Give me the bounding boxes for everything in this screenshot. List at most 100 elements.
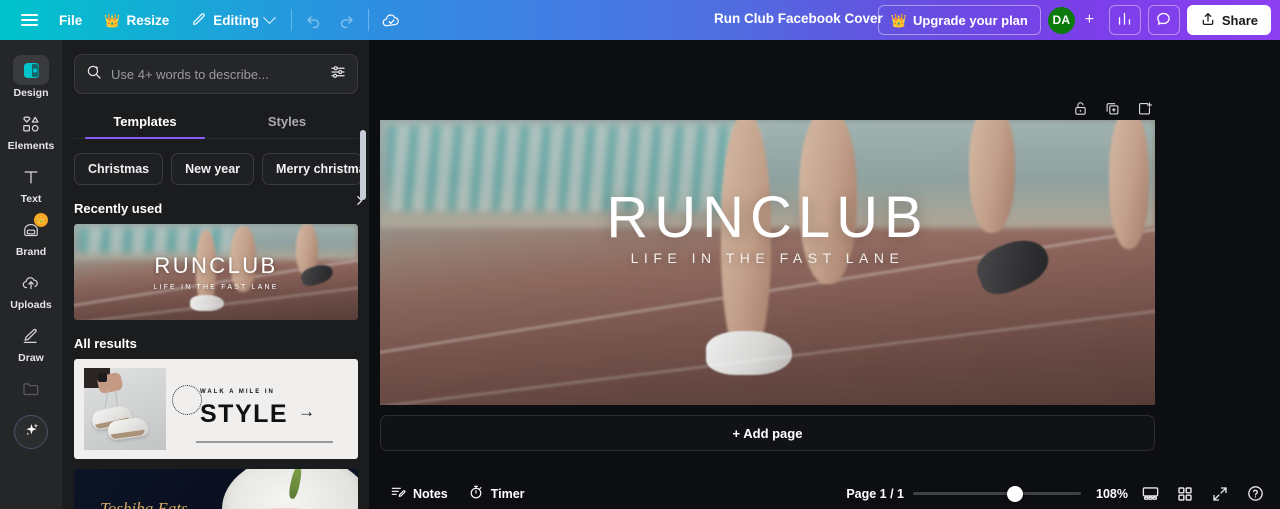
top-toolbar: File 👑 Resize Editing Run Club Facebook … xyxy=(0,0,1280,40)
sidebar-item-design[interactable]: Design xyxy=(3,50,59,103)
design-canvas[interactable]: RUNCLUB LIFE IN THE FAST LANE xyxy=(380,120,1155,405)
photo-lace xyxy=(115,389,119,409)
chip-merry-christmas[interactable]: Merry christmas xyxy=(262,153,363,185)
magic-studio-button[interactable] xyxy=(14,415,48,449)
duplicate-page-button[interactable] xyxy=(1099,95,1125,121)
stopwatch-icon xyxy=(468,484,484,503)
zoom-slider-handle[interactable] xyxy=(1007,485,1023,502)
panel-scrollbar[interactable] xyxy=(360,130,366,200)
timer-label: Timer xyxy=(490,486,525,501)
comment-bubble-icon xyxy=(1155,10,1172,30)
top-toolbar-right: 👑 Upgrade your plan DA + Share xyxy=(877,0,1280,40)
keyword-chips: Christmas New year Merry christmas xyxy=(74,153,370,185)
arrow-right-icon: → xyxy=(298,402,316,421)
notes-icon xyxy=(390,484,406,503)
upgrade-plan-label: Upgrade your plan xyxy=(913,12,1028,28)
sidebar-item-projects[interactable] xyxy=(3,370,59,407)
chevron-down-icon xyxy=(263,10,276,24)
filter-sliders-icon[interactable] xyxy=(329,63,347,86)
editing-label: Editing xyxy=(213,12,259,28)
sidebar-item-label: Draw xyxy=(18,352,44,364)
canvas-title-text[interactable]: RUNCLUB xyxy=(380,184,1155,251)
brand-icon: 👑 xyxy=(15,213,48,244)
zoom-level[interactable]: 108% xyxy=(1090,487,1128,501)
comment-button[interactable] xyxy=(1147,5,1180,35)
bottom-toolbar: Notes Timer Page 1 / 1 108% xyxy=(370,478,1280,509)
tab-templates[interactable]: Templates xyxy=(74,106,216,139)
hamburger-icon[interactable] xyxy=(10,5,48,35)
chip-christmas[interactable]: Christmas xyxy=(74,153,164,185)
sidebar-item-label: Brand xyxy=(15,246,47,258)
template-card-title: STYLE xyxy=(200,400,289,428)
template-card-title: RUNCLUB xyxy=(154,253,278,278)
presenter-view-icon[interactable] xyxy=(1137,482,1163,506)
undo-icon[interactable] xyxy=(298,5,330,35)
notes-label: Notes xyxy=(413,486,448,501)
notes-button[interactable]: Notes xyxy=(382,482,456,506)
file-menu-button[interactable]: File xyxy=(50,6,91,34)
sparkle-icon xyxy=(22,420,41,444)
expand-arrows-icon[interactable] xyxy=(1207,482,1233,506)
draw-icon xyxy=(15,322,47,350)
resize-button[interactable]: 👑 Resize xyxy=(95,6,178,34)
share-label: Share xyxy=(1221,12,1258,28)
chip-new-year[interactable]: New year xyxy=(171,153,255,185)
templates-panel: Templates Styles Christmas New year Merr… xyxy=(62,40,370,509)
tab-styles[interactable]: Styles xyxy=(216,106,358,138)
redo-icon[interactable] xyxy=(330,5,362,35)
section-title-all-results: All results xyxy=(74,336,137,351)
timer-button[interactable]: Timer xyxy=(460,482,533,506)
template-card-subtitle: LIFE IN THE FAST LANE xyxy=(153,284,279,291)
decorative-rule xyxy=(196,441,333,443)
editing-mode-button[interactable]: Editing xyxy=(182,6,283,34)
template-card-text: RUNCLUB LIFE IN THE FAST LANE xyxy=(74,224,358,320)
bottom-toolbar-right: Page 1 / 1 108% xyxy=(846,482,1268,506)
share-button[interactable]: Share xyxy=(1186,5,1271,35)
design-icon xyxy=(13,55,49,85)
folder-icon xyxy=(15,375,47,403)
crown-icon: 👑 xyxy=(104,12,121,28)
cloud-check-icon[interactable] xyxy=(375,5,409,35)
food-artwork: Toshiba Eats xyxy=(74,469,358,509)
sidebar-item-uploads[interactable]: Uploads xyxy=(3,264,59,315)
search-box[interactable] xyxy=(74,54,358,94)
sidebar-item-draw[interactable]: Draw xyxy=(3,317,59,368)
toolbar-divider-2 xyxy=(367,9,369,31)
document-title[interactable]: Run Club Facebook Cover xyxy=(714,11,883,26)
panel-tabs: Templates Styles xyxy=(74,106,358,139)
add-page-button[interactable] xyxy=(1131,95,1157,121)
add-collaborator-button[interactable]: + xyxy=(1076,7,1103,34)
upgrade-plan-button[interactable]: 👑 Upgrade your plan xyxy=(877,5,1041,35)
uploads-icon xyxy=(15,269,47,297)
canvas-shoe xyxy=(705,330,792,375)
grid-view-icon[interactable] xyxy=(1172,482,1198,506)
sidebar-item-label: Design xyxy=(13,87,49,99)
toolbar-divider-1 xyxy=(290,9,292,31)
magic-search-icon xyxy=(85,63,103,86)
template-card-layout: WALK A MILE IN STYLE → xyxy=(74,359,358,459)
template-card-runclub[interactable]: RUNCLUB LIFE IN THE FAST LANE xyxy=(74,224,358,320)
canvas-subtitle-text[interactable]: LIFE IN THE FAST LANE xyxy=(380,250,1155,266)
sneakers-photo xyxy=(84,368,166,450)
template-card-food[interactable]: Toshiba Eats xyxy=(74,469,358,509)
zoom-slider[interactable] xyxy=(913,485,1081,502)
top-toolbar-left: File 👑 Resize Editing xyxy=(0,0,409,40)
sidebar-item-label: Elements xyxy=(7,140,55,152)
lock-page-button[interactable] xyxy=(1067,95,1093,121)
avatar[interactable]: DA xyxy=(1047,6,1075,34)
file-menu-label: File xyxy=(59,12,83,28)
template-card-style[interactable]: WALK A MILE IN STYLE → xyxy=(74,359,358,459)
insights-button[interactable] xyxy=(1108,5,1141,35)
section-title-recently-used: Recently used xyxy=(74,201,163,216)
sidebar-item-text[interactable]: Text xyxy=(3,158,59,209)
add-page-cta[interactable]: + Add page xyxy=(380,415,1155,451)
bar-chart-icon xyxy=(1116,10,1133,30)
left-sidebar-rail: Design Elements Text 👑 Brand Uploads Dra… xyxy=(0,40,62,509)
sidebar-item-label: Uploads xyxy=(10,299,52,311)
help-question-icon[interactable] xyxy=(1242,482,1268,506)
sidebar-item-brand[interactable]: 👑 Brand xyxy=(3,211,59,262)
circular-text-badge xyxy=(172,385,202,415)
search-input[interactable] xyxy=(111,66,321,82)
template-card-text: WALK A MILE IN STYLE → xyxy=(200,389,348,429)
sidebar-item-elements[interactable]: Elements xyxy=(3,105,59,156)
